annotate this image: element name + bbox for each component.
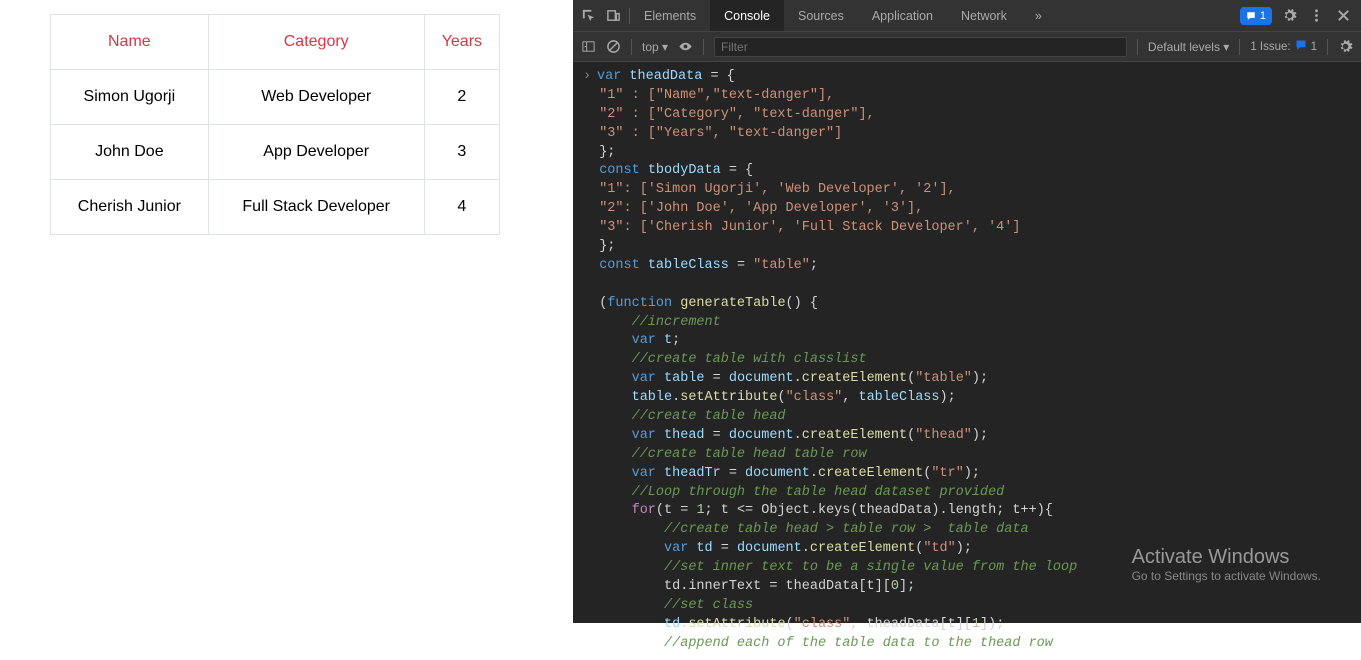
tab-application[interactable]: Application bbox=[858, 0, 947, 31]
cell-category: App Developer bbox=[208, 125, 424, 180]
cell-category: Full Stack Developer bbox=[208, 180, 424, 235]
console-output[interactable]: ›var theadData = { "1" : ["Name","text-d… bbox=[573, 62, 1361, 660]
filter-input[interactable] bbox=[714, 37, 1127, 57]
tab-network[interactable]: Network bbox=[947, 0, 1021, 31]
levels-selector[interactable]: Default levels ▾ bbox=[1148, 40, 1229, 54]
cell-years: 2 bbox=[424, 70, 499, 125]
gear-icon[interactable] bbox=[1282, 8, 1297, 23]
devtools-tabbar: Elements Console Sources Application Net… bbox=[573, 0, 1361, 32]
sidebar-toggle-icon[interactable] bbox=[581, 39, 596, 54]
table-row: Cherish Junior Full Stack Developer 4 bbox=[51, 180, 500, 235]
cell-name: Simon Ugorji bbox=[51, 70, 209, 125]
table-row: John Doe App Developer 3 bbox=[51, 125, 500, 180]
tab-elements[interactable]: Elements bbox=[630, 0, 710, 31]
close-icon[interactable] bbox=[1336, 8, 1351, 23]
clear-console-icon[interactable] bbox=[606, 39, 621, 54]
issues-badge[interactable]: 1 Issue: 1 bbox=[1250, 39, 1317, 54]
eye-icon[interactable] bbox=[678, 39, 693, 54]
devtools-panel: Elements Console Sources Application Net… bbox=[573, 0, 1361, 623]
gear-icon[interactable] bbox=[1338, 39, 1353, 54]
more-tabs-button[interactable]: » bbox=[1021, 0, 1056, 31]
cell-years: 4 bbox=[424, 180, 499, 235]
messages-count: 1 bbox=[1260, 10, 1266, 22]
messages-badge[interactable]: 1 bbox=[1240, 7, 1272, 25]
tab-console[interactable]: Console bbox=[710, 0, 784, 31]
cell-name: John Doe bbox=[51, 125, 209, 180]
table-row: Simon Ugorji Web Developer 2 bbox=[51, 70, 500, 125]
chevron-right-icon: › bbox=[583, 68, 597, 87]
kebab-icon[interactable] bbox=[1309, 8, 1324, 23]
tab-sources[interactable]: Sources bbox=[784, 0, 858, 31]
cell-name: Cherish Junior bbox=[51, 180, 209, 235]
table-header-category: Category bbox=[208, 15, 424, 70]
context-selector[interactable]: top ▾ bbox=[642, 40, 668, 54]
cell-category: Web Developer bbox=[208, 70, 424, 125]
page-left: Name Category Years Simon Ugorji Web Dev… bbox=[0, 0, 573, 623]
table-header-years: Years bbox=[424, 15, 499, 70]
table-header-name: Name bbox=[51, 15, 209, 70]
inspect-icon[interactable] bbox=[581, 8, 596, 23]
table-header-row: Name Category Years bbox=[51, 15, 500, 70]
device-toggle-icon[interactable] bbox=[606, 8, 621, 23]
data-table: Name Category Years Simon Ugorji Web Dev… bbox=[50, 14, 500, 235]
console-toolbar: top ▾ Default levels ▾ 1 Issue: 1 bbox=[573, 32, 1361, 62]
cell-years: 3 bbox=[424, 125, 499, 180]
